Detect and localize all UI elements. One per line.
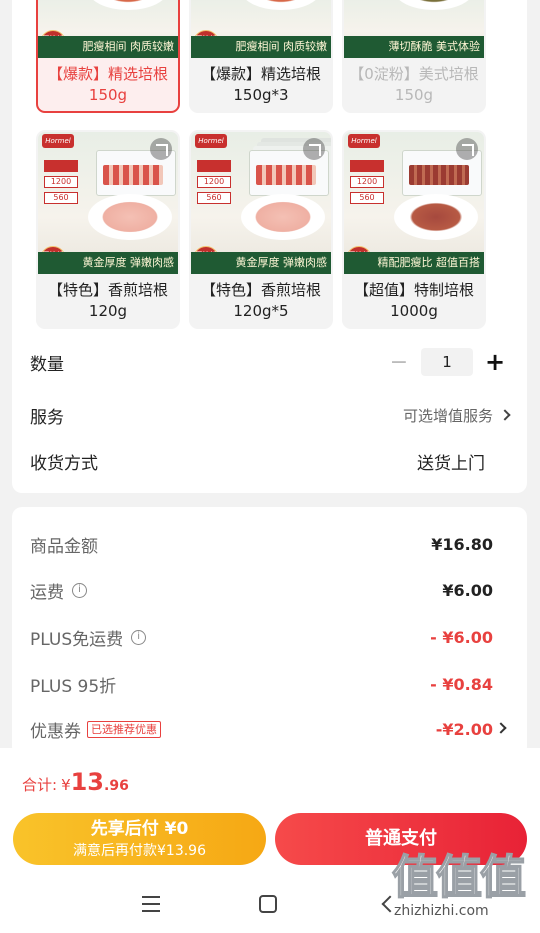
sku-label: 【0淀粉】美式培根150g — [349, 65, 479, 104]
coupon-label: 优惠券 — [30, 721, 81, 742]
shipping-label: 运费 — [30, 582, 64, 603]
plus-free-shipping-label: PLUS免运费 — [30, 629, 124, 650]
watermark-url: zhizhizhi.com — [394, 903, 489, 919]
recent-apps-icon[interactable] — [142, 896, 160, 912]
brand-logo: Hormel — [195, 134, 227, 148]
delivery-value: 送货上门 — [417, 453, 485, 474]
zoom-icon[interactable] — [303, 138, 325, 160]
goods-amount-value: ¥16.80 — [431, 534, 493, 554]
pay-later-button[interactable]: 先享后付 ¥0 满意后再付款¥13.96 — [13, 813, 266, 865]
service-value: 可选增值服务 — [402, 405, 511, 426]
service-row[interactable]: 服务 可选增值服务 — [30, 395, 511, 435]
total-label: 合计: — [22, 776, 58, 794]
home-icon[interactable] — [259, 895, 277, 913]
shipping-row: 运费 i ¥6.00 — [30, 575, 493, 605]
sku-band-text: 肥瘦相间 肉质较嫩 — [191, 36, 331, 58]
sku-label: 【爆款】精选培根150g*3 — [200, 65, 321, 104]
food-plate-image — [394, 0, 474, 10]
service-value-text: 可选增值服务 — [402, 406, 493, 425]
increase-button[interactable]: + — [481, 348, 509, 376]
sku-option-2[interactable]: 严控新鲜 肥瘦相间 肉质较嫩 【爆款】精选培根150g*3 — [189, 0, 333, 113]
nutrition-badges: 1200 560 — [44, 160, 78, 208]
service-label: 服务 — [30, 407, 64, 428]
info-icon[interactable]: i — [72, 582, 87, 598]
sku-thumbnail: 薄切酥脆 美式体验 — [344, 0, 484, 58]
shipping-value: ¥6.00 — [442, 580, 493, 600]
bacon-plate-image — [241, 194, 325, 240]
sku-option-3[interactable]: 薄切酥脆 美式体验 【0淀粉】美式培根150g — [342, 0, 486, 113]
pay-later-title: 先享后付 ¥0 — [90, 819, 189, 839]
food-plate-image — [241, 0, 321, 10]
brand-logo: Hormel — [348, 134, 380, 148]
sku-option-6[interactable]: Hormel 1200560 严控新鲜 精配肥瘦比 超值百搭 【超值】特制培根1… — [342, 130, 486, 329]
chevron-right-icon — [499, 409, 511, 421]
nutrition-badges: 1200 560 — [350, 160, 384, 208]
sku-option-5[interactable]: Hormel 1200560 严控新鲜 黄金厚度 弹嫩肉感 【特色】香煎培根12… — [189, 130, 333, 329]
sku-band-text: 精配肥瘦比 超值百搭 — [344, 252, 484, 274]
coupon-value: -¥2.00 — [435, 719, 493, 739]
goods-amount-row: 商品金额 ¥16.80 — [30, 529, 493, 559]
sku-thumbnail: Hormel 1200560 严控新鲜 黄金厚度 弹嫩肉感 — [191, 132, 331, 274]
sku-thumbnail: 严控新鲜 肥瘦相间 肉质较嫩 — [191, 0, 331, 58]
quantity-input[interactable]: 1 — [421, 348, 473, 376]
coupon-row[interactable]: 优惠券 已选推荐优惠 -¥2.00 — [30, 714, 493, 744]
sku-option-4[interactable]: Hormel 1200560 严控新鲜 黄金厚度 弹嫩肉感 【特色】香煎培根12… — [36, 130, 180, 329]
sku-band-text: 黄金厚度 弹嫩肉感 — [38, 252, 178, 274]
nutrition-badges: 1200 560 — [197, 160, 231, 208]
plus-free-shipping-row: PLUS免运费 i - ¥6.00 — [30, 622, 493, 652]
quantity-label: 数量 — [30, 354, 64, 375]
zoom-icon[interactable] — [150, 138, 172, 160]
plus-free-shipping-value: - ¥6.00 — [430, 627, 493, 647]
plus-discount-value: - ¥0.84 — [430, 674, 493, 694]
food-plate-image — [88, 0, 168, 10]
goods-amount-label: 商品金额 — [30, 536, 98, 557]
sku-label: 【特色】香煎培根120g*5 — [200, 281, 321, 320]
watermark-logo: 值值值 — [391, 850, 527, 904]
info-icon[interactable]: i — [131, 629, 147, 645]
decrease-button[interactable]: − — [385, 348, 413, 376]
sku-label: 【超值】特制培根1000g — [353, 281, 474, 320]
plus-discount-row: PLUS 95折 - ¥0.84 — [30, 669, 493, 699]
bacon-plate-image — [88, 194, 172, 240]
price-breakdown-card: 商品金额 ¥16.80 运费 i ¥6.00 PLUS免运费 i - ¥6.00 P… — [12, 507, 527, 757]
sku-label: 【爆款】精选培根150g — [47, 65, 168, 104]
zoom-icon[interactable] — [456, 138, 478, 160]
pay-later-subtitle: 满意后再付款¥13.96 — [73, 843, 206, 859]
currency-symbol: ¥ — [61, 776, 71, 794]
chevron-right-icon — [495, 722, 507, 734]
delivery-label: 收货方式 — [30, 453, 98, 474]
quantity-row: 数量 − 1 + — [30, 342, 509, 382]
sku-band-text: 黄金厚度 弹嫩肉感 — [191, 252, 331, 274]
sku-band-text: 薄切酥脆 美式体验 — [344, 36, 484, 58]
sku-band-text: 肥瘦相间 肉质较嫩 — [38, 36, 178, 58]
sku-thumbnail: Hormel 1200560 严控新鲜 黄金厚度 弹嫩肉感 — [38, 132, 178, 274]
site-watermark: 值值值 zhizhizhi.com — [391, 850, 532, 930]
sku-thumbnail: 严控新鲜 肥瘦相间 肉质较嫩 — [38, 0, 178, 58]
coupon-tag: 已选推荐优惠 — [87, 720, 161, 738]
delivery-row[interactable]: 收货方式 送货上门 — [30, 441, 509, 481]
quantity-stepper: − 1 + — [385, 348, 509, 376]
brand-logo: Hormel — [42, 134, 74, 148]
total-amount: 合计: ¥ 13 .96 — [22, 768, 129, 796]
sku-label: 【特色】香煎培根120g — [47, 281, 168, 320]
sku-option-1[interactable]: 严控新鲜 肥瘦相间 肉质较嫩 【爆款】精选培根150g — [36, 0, 180, 113]
plus-discount-label: PLUS 95折 — [30, 676, 117, 697]
total-integer: 13 — [70, 768, 105, 796]
product-options-card: 严控新鲜 肥瘦相间 肉质较嫩 【爆款】精选培根150g 严控新鲜 肥瘦相间 肉质… — [12, 0, 527, 493]
sku-thumbnail: Hormel 1200560 严控新鲜 精配肥瘦比 超值百搭 — [344, 132, 484, 274]
total-decimal: .96 — [104, 778, 129, 794]
bacon-plate-image — [394, 194, 478, 240]
